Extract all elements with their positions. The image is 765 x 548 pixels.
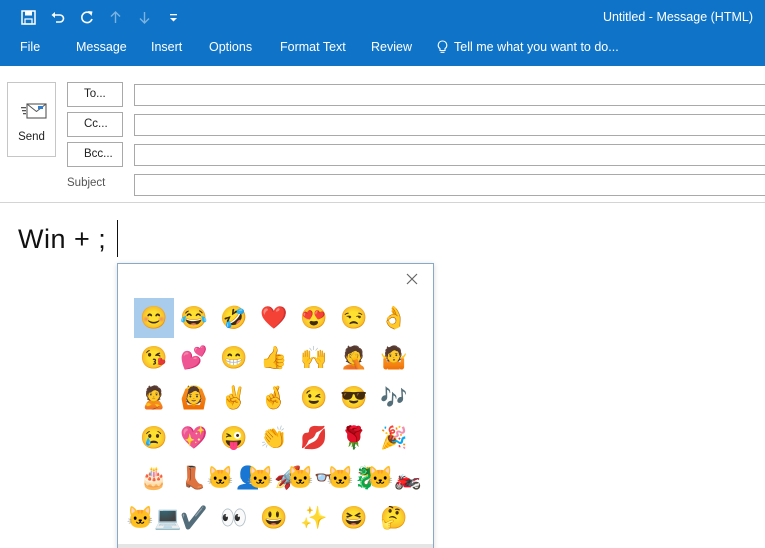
to-button[interactable]: To... bbox=[67, 82, 123, 107]
tell-me-search[interactable]: Tell me what you want to do... bbox=[437, 40, 619, 54]
customize-icon[interactable] bbox=[159, 6, 188, 28]
emoji-item[interactable]: 🙎 bbox=[134, 378, 174, 418]
tab-format-text[interactable]: Format Text bbox=[280, 40, 346, 54]
outlook-message-window: Untitled - Message (HTML) File Message I… bbox=[0, 0, 765, 548]
emoji-item[interactable]: 🤞 bbox=[254, 378, 294, 418]
tab-options[interactable]: Options bbox=[209, 40, 252, 54]
emoji-item[interactable]: 😃 bbox=[254, 498, 294, 538]
quick-access-toolbar bbox=[14, 6, 188, 28]
tab-review[interactable]: Review bbox=[371, 40, 412, 54]
emoji-item[interactable]: 🙆 bbox=[174, 378, 214, 418]
emoji-panel: 😊 😂 🤣 ❤️ 😍 😒 👌 😘 💕 😁 👍 🙌 🤦 🤷 🙎 🙆 ✌️ 🤞 😉 😎 🎶 😢 💖 😜 👏 💋 🌹 🎉 🎂 👢 🐱‍👤 🐱‍🚀 🐱‍… bbox=[117, 263, 434, 548]
emoji-item[interactable]: 😘 bbox=[134, 338, 174, 378]
send-label: Send bbox=[18, 131, 45, 143]
emoji-item[interactable]: 😆 bbox=[334, 498, 374, 538]
emoji-item[interactable]: ✨ bbox=[294, 498, 334, 538]
arrow-down-icon[interactable] bbox=[130, 6, 159, 28]
emoji-item[interactable]: 💕 bbox=[174, 338, 214, 378]
emoji-item[interactable]: 💖 bbox=[174, 418, 214, 458]
header-separator bbox=[0, 202, 765, 203]
emoji-grid: 😊 😂 🤣 ❤️ 😍 😒 👌 😘 💕 😁 👍 🙌 🤦 🤷 🙎 🙆 ✌️ 🤞 😉 😎 🎶 😢 💖 😜 👏 💋 🌹 🎉 🎂 👢 🐱‍👤 🐱‍🚀 🐱‍… bbox=[127, 298, 422, 538]
emoji-item[interactable]: 🤔 bbox=[374, 498, 414, 538]
emoji-item[interactable]: 😍 bbox=[294, 298, 334, 338]
close-icon[interactable] bbox=[405, 272, 419, 286]
emoji-item[interactable]: 😜 bbox=[214, 418, 254, 458]
emoji-item[interactable]: 🐱‍🏍 bbox=[367, 458, 422, 498]
title-bar: Untitled - Message (HTML) bbox=[0, 0, 765, 34]
save-icon[interactable] bbox=[14, 6, 43, 28]
subject-field[interactable] bbox=[134, 174, 765, 196]
emoji-item[interactable]: 🌹 bbox=[334, 418, 374, 458]
emoji-item[interactable]: 😢 bbox=[134, 418, 174, 458]
ribbon-tabs: File Message Insert Options Format Text … bbox=[0, 34, 765, 66]
to-field[interactable] bbox=[134, 84, 765, 106]
emoji-item[interactable]: 💋 bbox=[294, 418, 334, 458]
emoji-item[interactable]: 🙌 bbox=[294, 338, 334, 378]
redo-icon[interactable] bbox=[72, 6, 101, 28]
window-title: Untitled - Message (HTML) bbox=[602, 10, 753, 24]
cc-field[interactable] bbox=[134, 114, 765, 136]
emoji-item[interactable]: 😁 bbox=[214, 338, 254, 378]
tell-me-label: Tell me what you want to do... bbox=[454, 40, 619, 54]
arrow-up-icon[interactable] bbox=[101, 6, 130, 28]
emoji-item[interactable]: 😂 bbox=[174, 298, 214, 338]
text-caret bbox=[117, 220, 118, 257]
message-body-text[interactable]: Win + ; bbox=[18, 224, 106, 255]
send-envelope-icon bbox=[21, 103, 47, 119]
emoji-item[interactable]: 👏 bbox=[254, 418, 294, 458]
emoji-item[interactable]: 🤷 bbox=[374, 338, 414, 378]
emoji-item[interactable]: 👀 bbox=[214, 498, 254, 538]
bcc-field[interactable] bbox=[134, 144, 765, 166]
emoji-item[interactable]: 🐱‍💻 bbox=[127, 498, 182, 538]
emoji-item[interactable]: 😒 bbox=[334, 298, 374, 338]
emoji-item[interactable]: 🎂 bbox=[134, 458, 174, 498]
emoji-item[interactable]: 🤦 bbox=[334, 338, 374, 378]
subject-label: Subject bbox=[67, 177, 106, 189]
bcc-button[interactable]: Bcc... bbox=[67, 142, 123, 167]
emoji-item[interactable]: 😎 bbox=[334, 378, 374, 418]
emoji-item[interactable]: 🤣 bbox=[214, 298, 254, 338]
tab-insert[interactable]: Insert bbox=[151, 40, 182, 54]
emoji-item[interactable]: ❤️ bbox=[254, 298, 294, 338]
emoji-item[interactable]: ✔️ bbox=[174, 498, 214, 538]
emoji-item[interactable]: 😉 bbox=[294, 378, 334, 418]
emoji-item[interactable]: 👌 bbox=[374, 298, 414, 338]
lightbulb-icon bbox=[437, 40, 448, 53]
undo-icon[interactable] bbox=[43, 6, 72, 28]
send-button[interactable]: Send bbox=[7, 82, 56, 157]
tab-file[interactable]: File bbox=[20, 40, 40, 54]
emoji-item[interactable]: 👍 bbox=[254, 338, 294, 378]
emoji-item[interactable]: 🎉 bbox=[374, 418, 414, 458]
cc-button[interactable]: Cc... bbox=[67, 112, 123, 137]
emoji-item[interactable]: 🎶 bbox=[374, 378, 414, 418]
emoji-item[interactable]: ✌️ bbox=[214, 378, 254, 418]
emoji-panel-footer bbox=[118, 544, 433, 548]
tab-message[interactable]: Message bbox=[76, 40, 127, 54]
emoji-item[interactable]: 😊 bbox=[134, 298, 174, 338]
